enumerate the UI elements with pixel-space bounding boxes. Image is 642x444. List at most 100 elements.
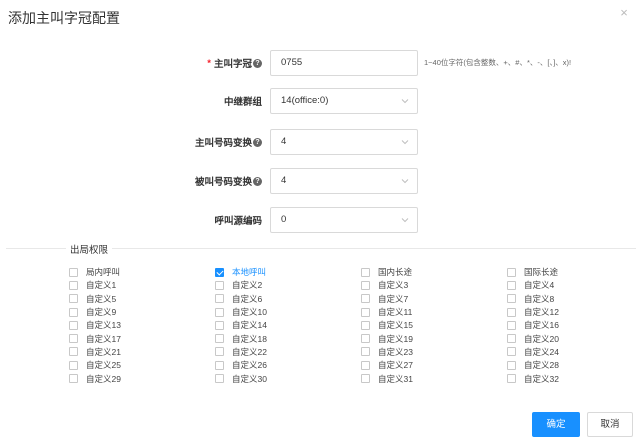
checkbox-icon[interactable] xyxy=(361,320,370,330)
prefix-input[interactable]: 0755 xyxy=(270,50,418,76)
permission-label: 自定义5 xyxy=(86,293,117,304)
permissions-section-label: 出局权限 xyxy=(66,242,113,256)
question-circle-icon[interactable]: ? xyxy=(253,176,262,186)
permission-label: 自定义14 xyxy=(232,320,267,331)
permission-checkbox[interactable]: 自定义15 xyxy=(361,319,507,331)
cancel-button[interactable]: 取消 xyxy=(587,412,633,437)
checkbox-icon[interactable] xyxy=(361,307,370,317)
checkbox-icon[interactable] xyxy=(69,267,78,277)
permission-checkbox[interactable]: 自定义18 xyxy=(215,332,361,344)
checkbox-icon[interactable] xyxy=(215,280,224,290)
checkbox-icon[interactable] xyxy=(507,374,516,384)
permission-label: 自定义16 xyxy=(524,320,559,331)
permission-checkbox[interactable]: 自定义21 xyxy=(69,346,215,358)
caller-transform-select[interactable]: 4 xyxy=(270,129,418,155)
checkbox-icon[interactable] xyxy=(69,294,78,304)
permission-checkbox[interactable]: 国内长途 xyxy=(361,266,507,278)
permission-checkbox[interactable]: 自定义5 xyxy=(69,293,215,305)
relay-group-select[interactable]: 14(office:0) xyxy=(270,88,418,114)
checkbox-icon[interactable] xyxy=(507,294,516,304)
permission-checkbox[interactable]: 自定义23 xyxy=(361,346,507,358)
checkbox-icon[interactable] xyxy=(361,334,370,344)
permission-checkbox[interactable]: 自定义12 xyxy=(507,306,629,318)
permission-label: 自定义31 xyxy=(378,373,413,384)
checkbox-icon[interactable] xyxy=(507,307,516,317)
checkbox-icon[interactable] xyxy=(507,360,516,370)
permission-checkbox[interactable]: 自定义6 xyxy=(215,293,361,305)
permission-checkbox[interactable]: 自定义3 xyxy=(361,279,507,291)
caller-transform-value: 4 xyxy=(281,136,287,147)
permission-checkbox[interactable]: 自定义29 xyxy=(69,372,215,384)
checkbox-icon[interactable] xyxy=(69,307,78,317)
permission-checkbox[interactable]: 局内呼叫 xyxy=(69,266,215,278)
permission-checkbox[interactable]: 自定义27 xyxy=(361,359,507,371)
checkbox-icon[interactable] xyxy=(69,360,78,370)
permission-checkbox[interactable]: 自定义7 xyxy=(361,293,507,305)
permission-checkbox[interactable]: 自定义28 xyxy=(507,359,629,371)
permission-label: 自定义21 xyxy=(86,346,121,357)
checkbox-icon[interactable] xyxy=(215,307,224,317)
checkbox-icon[interactable] xyxy=(69,374,78,384)
close-icon[interactable]: × xyxy=(618,6,630,19)
checkbox-icon[interactable] xyxy=(507,280,516,290)
permission-label: 自定义4 xyxy=(524,280,555,291)
checkbox-icon[interactable] xyxy=(507,334,516,344)
permission-checkbox[interactable]: 自定义24 xyxy=(507,346,629,358)
checkbox-icon[interactable] xyxy=(215,294,224,304)
permission-checkbox[interactable]: 自定义26 xyxy=(215,359,361,371)
checkbox-icon[interactable] xyxy=(69,280,78,290)
call-source-code-select[interactable]: 0 xyxy=(270,207,418,233)
permission-checkbox[interactable]: 自定义4 xyxy=(507,279,629,291)
checkbox-checked-icon[interactable] xyxy=(215,267,224,277)
permission-checkbox[interactable]: 自定义13 xyxy=(69,319,215,331)
permission-checkbox[interactable]: 自定义20 xyxy=(507,332,629,344)
permission-checkbox[interactable]: 自定义25 xyxy=(69,359,215,371)
permission-checkbox[interactable]: 自定义31 xyxy=(361,372,507,384)
checkbox-icon[interactable] xyxy=(361,267,370,277)
callee-transform-select[interactable]: 4 xyxy=(270,168,418,194)
checkbox-icon[interactable] xyxy=(361,360,370,370)
permission-label: 自定义6 xyxy=(232,293,263,304)
checkbox-icon[interactable] xyxy=(215,334,224,344)
permission-checkbox[interactable]: 自定义2 xyxy=(215,279,361,291)
ok-button[interactable]: 确定 xyxy=(532,412,580,437)
checkbox-icon[interactable] xyxy=(361,294,370,304)
checkbox-icon[interactable] xyxy=(361,347,370,357)
prefix-hint: 1~40位字符(包含整数、+、#、*、-、[、]、x)! xyxy=(424,58,572,67)
question-circle-icon[interactable]: ? xyxy=(253,58,262,68)
permission-checkbox[interactable]: 自定义17 xyxy=(69,332,215,344)
checkbox-icon[interactable] xyxy=(507,347,516,357)
checkbox-icon[interactable] xyxy=(69,334,78,344)
checkbox-icon[interactable] xyxy=(69,320,78,330)
checkbox-icon[interactable] xyxy=(507,267,516,277)
checkbox-icon[interactable] xyxy=(215,347,224,357)
form-row-relay-group: 中继群组 14(office:0) xyxy=(0,88,642,114)
permission-checkbox[interactable]: 自定义22 xyxy=(215,346,361,358)
permission-checkbox[interactable]: 自定义32 xyxy=(507,372,629,384)
checkbox-icon[interactable] xyxy=(215,360,224,370)
call-source-code-value: 0 xyxy=(281,214,287,225)
checkbox-icon[interactable] xyxy=(215,374,224,384)
checkbox-icon[interactable] xyxy=(361,280,370,290)
permission-checkbox[interactable]: 本地呼叫 xyxy=(215,266,361,278)
permission-checkbox[interactable]: 自定义14 xyxy=(215,319,361,331)
permission-label: 自定义2 xyxy=(232,280,263,291)
checkbox-icon[interactable] xyxy=(507,320,516,330)
permission-label: 自定义13 xyxy=(86,320,121,331)
permission-checkbox[interactable]: 国际长途 xyxy=(507,266,629,278)
question-circle-icon[interactable]: ? xyxy=(253,137,262,147)
permission-label: 自定义26 xyxy=(232,360,267,371)
permission-checkbox[interactable]: 自定义8 xyxy=(507,293,629,305)
checkbox-icon[interactable] xyxy=(69,347,78,357)
permission-checkbox[interactable]: 自定义19 xyxy=(361,332,507,344)
permission-checkbox[interactable]: 自定义9 xyxy=(69,306,215,318)
permission-label: 自定义18 xyxy=(232,333,267,344)
permission-checkbox[interactable]: 自定义16 xyxy=(507,319,629,331)
permission-checkbox[interactable]: 自定义30 xyxy=(215,372,361,384)
checkbox-icon[interactable] xyxy=(361,374,370,384)
checkbox-icon[interactable] xyxy=(215,320,224,330)
permission-checkbox[interactable]: 自定义10 xyxy=(215,306,361,318)
caller-transform-label: 主叫号码变换 ? xyxy=(195,135,262,149)
permission-checkbox[interactable]: 自定义1 xyxy=(69,279,215,291)
permission-checkbox[interactable]: 自定义11 xyxy=(361,306,507,318)
